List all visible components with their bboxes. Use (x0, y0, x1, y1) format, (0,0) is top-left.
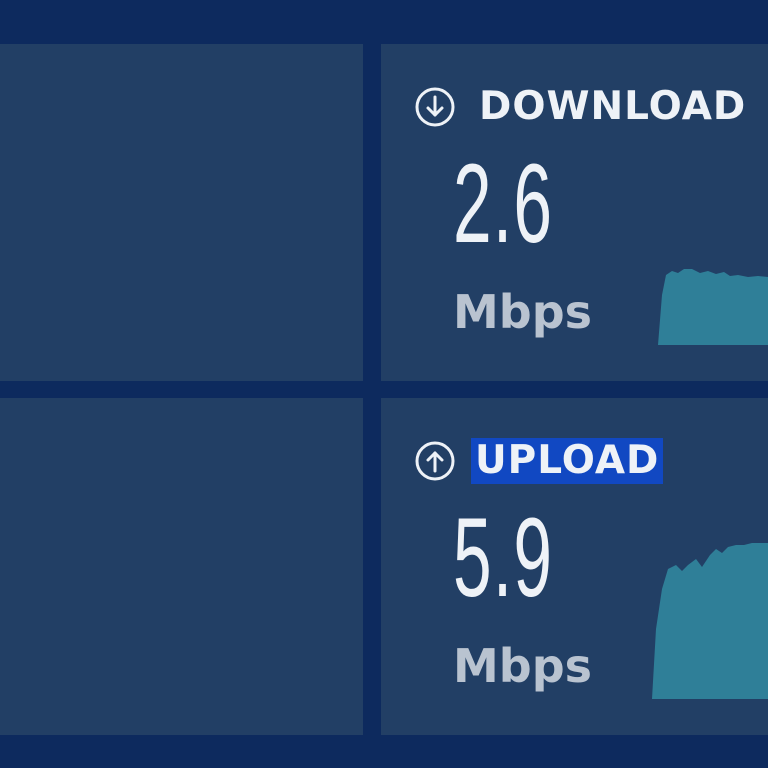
arrow-up-circle-icon (415, 441, 455, 481)
upload-label: UPLOAD (471, 438, 664, 484)
upload-speed-graph (652, 543, 768, 699)
download-panel: DOWNLOAD 2.6 Mbps (381, 44, 768, 381)
download-speed-unit: Mbps (453, 285, 593, 339)
arrow-down-circle-icon (415, 87, 455, 127)
download-speed-graph (658, 269, 768, 345)
upload-speed-value: 5.9 (453, 495, 554, 620)
empty-panel-top-left (0, 44, 363, 381)
upload-header: UPLOAD (415, 438, 664, 484)
download-speed-value: 2.6 (453, 141, 554, 266)
upload-speed-unit: Mbps (453, 639, 593, 693)
empty-panel-bottom-left (0, 398, 363, 735)
speed-test-dashboard: DOWNLOAD 2.6 Mbps UPLOAD 5.9 Mbps (0, 0, 768, 768)
upload-panel: UPLOAD 5.9 Mbps (381, 398, 768, 735)
download-label: DOWNLOAD (479, 84, 747, 129)
download-header: DOWNLOAD (415, 84, 750, 130)
